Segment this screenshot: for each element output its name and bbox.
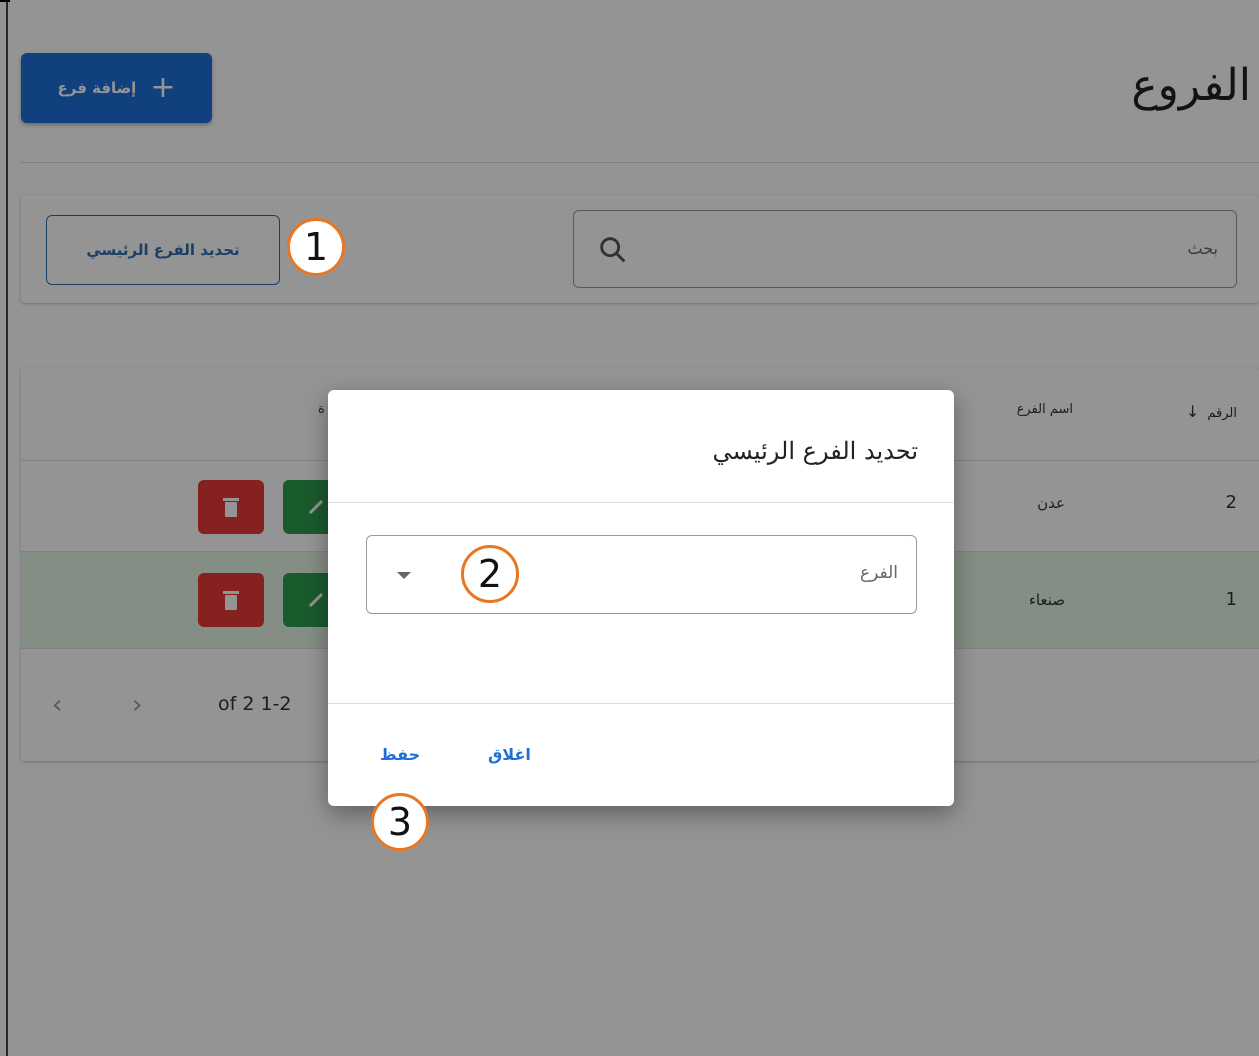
callout-2: 2 xyxy=(461,545,519,603)
branch-select-label: الفرع xyxy=(859,563,898,583)
dialog-header-divider xyxy=(328,502,954,503)
callout-1: 1 xyxy=(287,218,345,276)
callout-3: 3 xyxy=(371,793,429,851)
close-button[interactable]: اغلاق xyxy=(488,745,531,764)
branch-select[interactable]: الفرع xyxy=(366,535,917,614)
dialog-footer-divider xyxy=(328,703,954,704)
save-button[interactable]: حفظ xyxy=(380,745,420,764)
dialog-title: تحديد الفرع الرئيسي xyxy=(712,437,918,465)
caret-down-icon xyxy=(397,572,411,579)
set-main-branch-dialog: تحديد الفرع الرئيسي الفرع حفظ اغلاق xyxy=(328,390,954,806)
